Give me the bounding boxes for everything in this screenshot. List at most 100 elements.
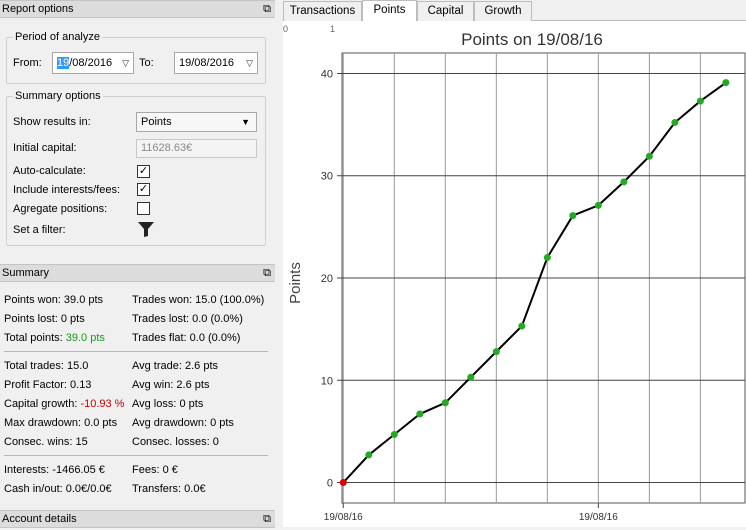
trades-flat: Trades flat: 0.0 (0.0%) [132, 332, 241, 344]
divider [4, 455, 268, 456]
x-tick-label: 19/08/16 [324, 512, 363, 523]
transfers: Transfers: 0.0€ [132, 483, 206, 495]
total-trades: Total trades: 15.0 [4, 360, 89, 372]
dropdown-arrow-icon: ▼ [241, 117, 250, 127]
auto-calc-checkbox[interactable]: ✓ [137, 165, 150, 178]
summary-header: Summary ⧉ [0, 264, 275, 282]
restore-window-icon[interactable]: ⧉ [263, 511, 271, 527]
data-point [492, 348, 500, 356]
fees: Fees: 0 € [132, 464, 178, 476]
chart-area: 0 10 20 30 40 19/08/16 19/08/16 Points on 19/0… [283, 21, 746, 527]
left-panel: Report options ⧉ Period of analyze From:… [0, 0, 275, 528]
y-tick-label: 10 [321, 375, 333, 387]
avg-trade: Avg trade: 2.6 pts [132, 360, 219, 372]
initial-capital-label: Initial capital: [13, 142, 77, 154]
profit-factor: Profit Factor: 0.13 [4, 379, 92, 391]
aggregate-label: Agregate positions: [13, 203, 108, 215]
avg-drawdown: Avg drawdown: 0 pts [132, 417, 234, 429]
trades-lost: Trades lost: 0.0 (0.0%) [132, 313, 243, 325]
data-point [467, 373, 475, 381]
initial-capital-field: 11628.63€ [136, 139, 257, 158]
aggregate-checkbox[interactable] [137, 202, 150, 215]
total-points: Total points: 39.0 pts [4, 332, 105, 344]
to-label: To: [139, 57, 154, 69]
restore-window-icon[interactable]: ⧉ [263, 1, 271, 17]
max-drawdown: Max drawdown: 0.0 pts [4, 417, 118, 429]
data-point [569, 212, 577, 220]
capital-growth: Capital growth: -10.93 % [4, 398, 124, 410]
include-fees-checkbox[interactable]: ✓ [137, 183, 150, 196]
data-point [518, 322, 526, 330]
from-date-day: 19 [57, 57, 70, 69]
show-results-value: Points [141, 116, 172, 128]
filter-icon[interactable] [137, 221, 155, 238]
show-results-label: Show results in: [13, 116, 91, 128]
tab-points[interactable]: Points [362, 0, 417, 21]
cash-in-out: Cash in/out: 0.0€/0.0€ [4, 483, 112, 495]
chart-ylabel: Points [287, 262, 304, 304]
right-panel: Transactions Points Capital Growth 0 10 20… [283, 0, 746, 527]
summary-title: Summary [2, 267, 50, 279]
top-scale-label-1: 1 [330, 24, 335, 34]
from-date-field[interactable]: 19/08/2016 ▽ [52, 52, 134, 74]
avg-win: Avg win: 2.6 pts [132, 379, 210, 391]
splitter-handle[interactable] [275, 0, 283, 527]
chart-title: Points on 19/08/16 [461, 30, 603, 49]
data-point [696, 97, 704, 105]
data-point [645, 152, 653, 160]
show-results-select[interactable]: Points ▼ [136, 112, 257, 132]
tab-transactions[interactable]: Transactions [283, 1, 362, 21]
points-won: Points won: 39.0 pts [4, 294, 104, 306]
data-point [594, 201, 602, 209]
data-point [441, 399, 449, 407]
initial-capital-value: 11628.63€ [141, 142, 193, 154]
from-date-rest: /08/2016 [69, 57, 113, 69]
tab-capital[interactable]: Capital [417, 1, 474, 21]
total-points-value: 39.0 pts [65, 332, 105, 344]
top-scale-label-0: 0 [283, 24, 288, 34]
interests: Interests: -1466.05 € [4, 464, 105, 476]
data-point [339, 479, 347, 487]
include-fees-label: Include interests/fees: [13, 184, 121, 196]
divider [4, 351, 268, 352]
data-point [365, 451, 373, 459]
data-point [722, 79, 730, 87]
from-label: From: [13, 57, 42, 69]
y-tick-label: 0 [327, 478, 333, 490]
auto-calc-label: Auto-calculate: [13, 165, 86, 177]
consec-wins: Consec. wins: 15 [4, 436, 88, 448]
data-point [390, 430, 398, 438]
restore-window-icon[interactable]: ⧉ [263, 265, 271, 281]
points-lost: Points lost: 0 pts [4, 313, 85, 325]
data-point [620, 178, 628, 186]
account-details-title: Account details [2, 513, 77, 525]
tab-bar: Transactions Points Capital Growth [283, 0, 746, 21]
account-details-header: Account details ⧉ [0, 510, 275, 528]
filter-label: Set a filter: [13, 224, 66, 236]
total-points-label: Total points: [4, 332, 63, 344]
chart-grid [337, 52, 746, 504]
avg-loss: Avg loss: 0 pts [132, 398, 204, 410]
consec-losses: Consec. losses: 0 [132, 436, 219, 448]
to-date-value: 19/08/2016 [179, 57, 235, 69]
to-date-field[interactable]: 19/08/2016 ▽ [174, 52, 258, 74]
summary-options-title: Summary options [13, 90, 103, 102]
period-group-title: Period of analyze [13, 31, 102, 43]
x-tick-label: 19/08/16 [579, 512, 618, 523]
tab-growth[interactable]: Growth [474, 1, 532, 21]
capital-growth-label: Capital growth: [4, 398, 78, 410]
data-point [671, 119, 679, 127]
y-tick-label: 40 [321, 68, 333, 80]
points-chart: 01020304019/08/16 19/08/16 Points on 19/0… [283, 24, 746, 523]
chevron-down-icon[interactable]: ▽ [122, 53, 129, 73]
capital-growth-value: -10.93 % [80, 398, 125, 410]
data-point [543, 254, 551, 262]
y-tick-label: 30 [321, 171, 333, 183]
report-options-header: Report options ⧉ [0, 0, 275, 18]
trades-won: Trades won: 15.0 (100.0%) [132, 294, 265, 306]
data-point [416, 410, 424, 418]
chevron-down-icon[interactable]: ▽ [246, 53, 253, 73]
report-options-title: Report options [2, 3, 74, 15]
y-tick-label: 20 [321, 273, 333, 285]
checkmark-icon: ✓ [138, 165, 149, 177]
